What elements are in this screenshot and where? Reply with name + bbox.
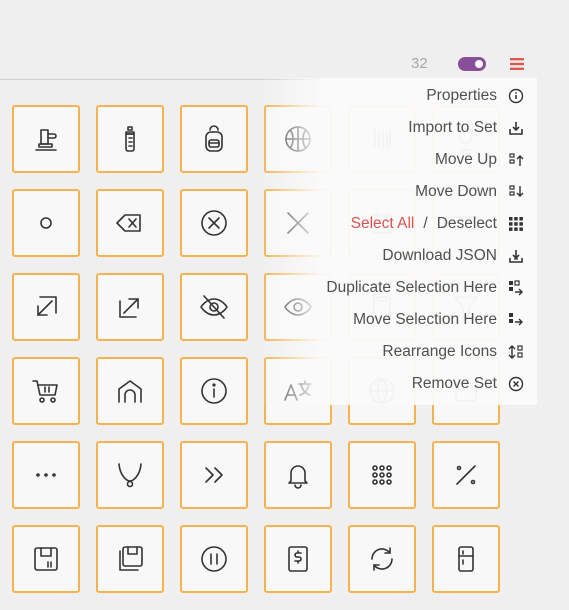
pause-circle-icon: [201, 546, 227, 572]
icon-tile[interactable]: [96, 441, 164, 509]
menu-item-duplicate[interactable]: Duplicate Selection Here: [326, 277, 524, 299]
icon-tile[interactable]: [96, 273, 164, 341]
icon-tile[interactable]: [12, 273, 80, 341]
icon-tile[interactable]: [96, 105, 164, 173]
menu-item-icon: [508, 280, 524, 296]
menu-item-label: Move Selection Here: [353, 311, 497, 328]
arrow-up-right-box-icon: [119, 298, 139, 318]
baby-bottle-icon: [125, 126, 135, 152]
sync-icon: [371, 547, 393, 571]
duplicate-icon: [509, 280, 523, 296]
select-all-icon: [509, 217, 523, 231]
icon-tile[interactable]: [12, 357, 80, 425]
icon-tile[interactable]: [432, 441, 500, 509]
menu-item-remove-set[interactable]: Remove Set: [412, 373, 524, 395]
menu-item-icon: [508, 120, 524, 136]
icon-count: 32: [411, 55, 428, 72]
menu-item-label: Move Down: [415, 183, 497, 200]
archive-stack-icon: [119, 546, 143, 571]
info-circle-icon: [201, 378, 227, 404]
double-chevron-right-icon: [205, 467, 223, 483]
menu-item-info[interactable]: Properties: [426, 85, 524, 107]
icon-tile[interactable]: [180, 357, 248, 425]
home-arch-icon: [118, 380, 142, 403]
info-icon: [508, 88, 524, 104]
translate-icon: [284, 380, 312, 401]
menu-item-icon: [508, 312, 524, 328]
menu-item-select-all[interactable]: Select All / Deselect: [351, 213, 524, 235]
icon-tile[interactable]: [12, 105, 80, 173]
eye-icon: [284, 298, 312, 316]
cart-icon: [32, 380, 58, 403]
menu-item-icon: [508, 376, 524, 392]
icon-tile[interactable]: [348, 525, 416, 593]
archive-box-icon: [34, 547, 58, 571]
context-menu: Properties Import to Set Move Up Move Down S…: [320, 78, 537, 405]
remove-set-icon: [508, 376, 524, 392]
menu-item-icon: [508, 248, 524, 264]
icon-tile[interactable]: [12, 189, 80, 257]
download-icon: [509, 250, 523, 263]
backpack-icon: [205, 125, 223, 152]
menu-item-label: Remove Set: [411, 375, 497, 392]
icon-tile[interactable]: [180, 441, 248, 509]
move-down-icon: [509, 185, 524, 197]
menu-item-label: Duplicate Selection Here: [326, 279, 497, 296]
icon-tile[interactable]: [96, 525, 164, 593]
menu-item-label: Import to Set: [408, 119, 497, 136]
menu-item-icon: [508, 184, 524, 200]
menu-item-icon: [508, 152, 524, 168]
menu-item-import[interactable]: Import to Set: [408, 117, 524, 139]
icon-tile[interactable]: [432, 525, 500, 593]
circle-icon: [40, 217, 52, 229]
select-all-link[interactable]: Select All: [351, 215, 415, 233]
percent-icon: [456, 465, 476, 485]
icon-tile[interactable]: [264, 525, 332, 593]
grid-dots-icon: [372, 465, 392, 485]
backspace-icon: [116, 214, 141, 232]
deselect-link[interactable]: Deselect: [437, 215, 497, 233]
import-icon: [509, 122, 523, 135]
icon-tile[interactable]: [264, 441, 332, 509]
menu-item-download[interactable]: Download JSON: [382, 245, 524, 267]
icon-tile[interactable]: [12, 525, 80, 593]
close-circle-icon: [201, 210, 227, 236]
menu-item-label: Rearrange Icons: [382, 343, 497, 360]
more-horizontal-icon: [36, 473, 56, 477]
menu-item-move-down[interactable]: Move Down: [415, 181, 524, 203]
menu-item-rearrange[interactable]: Rearrange Icons: [382, 341, 524, 363]
icon-tile[interactable]: [348, 441, 416, 509]
menu-item-move-up[interactable]: Move Up: [435, 149, 524, 171]
icon-tile[interactable]: [180, 105, 248, 173]
icon-tile[interactable]: [12, 441, 80, 509]
menu-item-label: Download JSON: [382, 247, 497, 264]
menu-item-move-selection[interactable]: Move Selection Here: [353, 309, 524, 331]
view-toggle[interactable]: [458, 57, 486, 71]
icon-tile[interactable]: [96, 357, 164, 425]
move-up-icon: [509, 153, 524, 166]
necklace-icon: [118, 463, 142, 488]
fridge-icon: [458, 546, 474, 572]
move-selection-icon: [509, 313, 523, 326]
menu-item-icon: [508, 88, 524, 104]
icon-tile[interactable]: [96, 189, 164, 257]
hamburger-icon: [510, 58, 524, 70]
dollar-document-icon: [288, 546, 308, 572]
basketball-icon: [285, 126, 311, 152]
icon-tile[interactable]: [180, 525, 248, 593]
menu-separator: /: [423, 215, 428, 232]
icon-tile[interactable]: [180, 273, 248, 341]
bell-icon: [288, 465, 308, 489]
menu-item-label: Move Up: [434, 151, 497, 168]
menu-item-label: Properties: [426, 87, 497, 104]
arrow-down-left-box-icon: [37, 296, 57, 316]
stamp-icon: [35, 129, 57, 151]
close-icon: [287, 212, 309, 234]
menu-item-icon: [508, 344, 524, 360]
menu-item-icon: [508, 216, 524, 232]
rearrange-icon: [508, 345, 523, 359]
eye-off-icon: [200, 295, 228, 319]
menu-button[interactable]: [507, 54, 527, 74]
icon-tile[interactable]: [180, 189, 248, 257]
